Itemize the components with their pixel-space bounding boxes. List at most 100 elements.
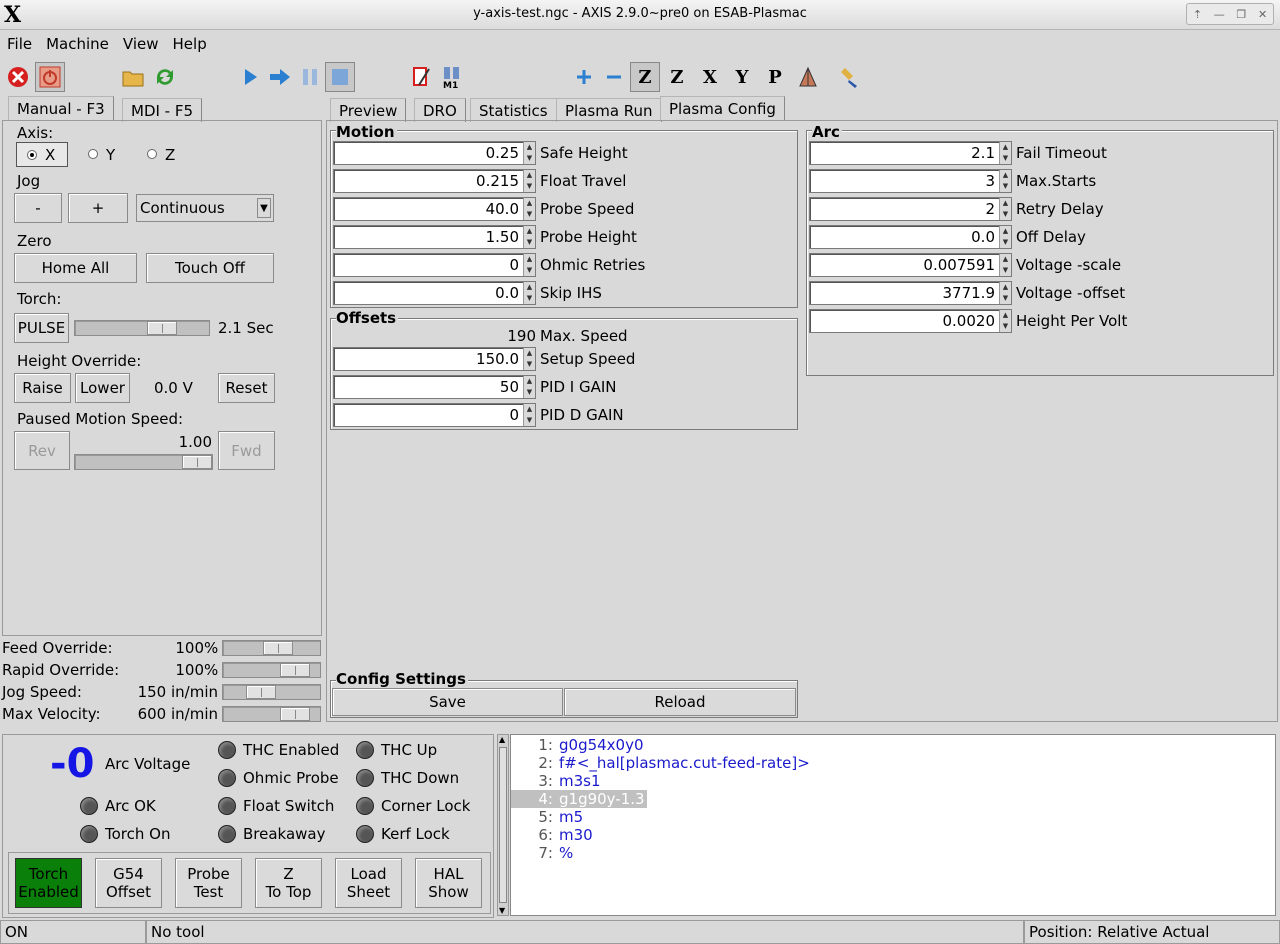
slider-thumb[interactable] bbox=[246, 685, 276, 699]
gcode-view[interactable]: 1: g0g54x0y0 2: f#<_hal[plasmac.cut-feed-ra… bbox=[510, 734, 1276, 916]
jog-plus-button[interactable]: + bbox=[68, 193, 128, 223]
pid-d-gain-value[interactable]: 0 bbox=[509, 406, 519, 424]
jog-mode-select[interactable]: Continuous ▼ bbox=[136, 194, 274, 222]
safe-height-spinbox[interactable]: 0.25 ▲ ▼ bbox=[333, 141, 536, 165]
spin-arrows-icon[interactable]: ▲ ▼ bbox=[999, 198, 1011, 220]
gcode-line[interactable]: 5: m5 bbox=[511, 808, 583, 826]
m1-icon[interactable]: M1 bbox=[437, 62, 467, 92]
spin-arrows-icon[interactable]: ▲ ▼ bbox=[523, 198, 535, 220]
setup-speed-value[interactable]: 150.0 bbox=[476, 350, 519, 368]
max-starts-value[interactable]: 3 bbox=[985, 172, 995, 190]
view-x-icon[interactable]: X bbox=[695, 62, 725, 92]
fwd-button[interactable]: Fwd bbox=[218, 431, 275, 470]
scroll-up-icon[interactable]: ▲ bbox=[499, 735, 505, 744]
menu-machine[interactable]: Machine bbox=[46, 35, 109, 53]
retry-delay-spinbox[interactable]: 2 ▲ ▼ bbox=[809, 197, 1012, 221]
jog-minus-button[interactable]: - bbox=[14, 193, 62, 223]
pid-d-gain-spinbox[interactable]: 0 ▲ ▼ bbox=[333, 403, 536, 427]
tab-manual[interactable]: Manual - F3 bbox=[8, 96, 114, 120]
pid-i-gain-spinbox[interactable]: 50 ▲ ▼ bbox=[333, 375, 536, 399]
tab-statistics[interactable]: Statistics bbox=[470, 98, 557, 122]
scrollbar-thumb[interactable] bbox=[499, 747, 507, 903]
skip-ihs-spinbox[interactable]: 0.0 ▲ ▼ bbox=[333, 281, 536, 305]
scroll-down-icon[interactable]: ▼ bbox=[499, 906, 505, 915]
voltage-offset-spinbox[interactable]: 3771.9 ▲ ▼ bbox=[809, 281, 1012, 305]
spin-arrows-icon[interactable]: ▲ ▼ bbox=[523, 348, 535, 370]
voltage-offset-value[interactable]: 3771.9 bbox=[943, 284, 996, 302]
save-button[interactable]: Save bbox=[332, 688, 563, 716]
slider-thumb[interactable] bbox=[182, 455, 212, 469]
spin-arrows-icon[interactable]: ▲ ▼ bbox=[523, 254, 535, 276]
pulse-time-slider[interactable] bbox=[74, 320, 210, 336]
off-delay-value[interactable]: 0.0 bbox=[971, 228, 995, 246]
clear-plot-icon[interactable] bbox=[835, 62, 865, 92]
max-starts-spinbox[interactable]: 3 ▲ ▼ bbox=[809, 169, 1012, 193]
paused-speed-slider[interactable] bbox=[74, 454, 213, 470]
spin-arrows-icon[interactable]: ▲ ▼ bbox=[523, 226, 535, 248]
maximize-icon[interactable]: ❐ bbox=[1236, 8, 1246, 21]
menu-view[interactable]: View bbox=[123, 35, 159, 53]
open-file-icon[interactable] bbox=[118, 62, 148, 92]
spin-arrows-icon[interactable]: ▲ ▼ bbox=[999, 310, 1011, 332]
gcode-line[interactable]: 2: f#<_hal[plasmac.cut-feed-rate]> bbox=[511, 754, 809, 772]
gcode-line[interactable]: 3: m3s1 bbox=[511, 772, 600, 790]
spin-arrows-icon[interactable]: ▲ ▼ bbox=[999, 142, 1011, 164]
gcode-line[interactable]: 6: m30 bbox=[511, 826, 592, 844]
load-sheet-button[interactable]: Load Sheet bbox=[335, 858, 402, 908]
probe-height-value[interactable]: 1.50 bbox=[486, 228, 519, 246]
feed-override-slider[interactable] bbox=[222, 640, 321, 656]
spin-arrows-icon[interactable]: ▲ ▼ bbox=[999, 226, 1011, 248]
power-icon[interactable] bbox=[35, 62, 65, 92]
spin-arrows-icon[interactable]: ▲ ▼ bbox=[999, 282, 1011, 304]
tab-mdi[interactable]: MDI - F5 bbox=[122, 98, 203, 122]
probe-height-spinbox[interactable]: 1.50 ▲ ▼ bbox=[333, 225, 536, 249]
spin-arrows-icon[interactable]: ▲ ▼ bbox=[523, 376, 535, 398]
probe-speed-spinbox[interactable]: 40.0 ▲ ▼ bbox=[333, 197, 536, 221]
z-to-top-button[interactable]: Z To Top bbox=[255, 858, 322, 908]
voltage-scale-spinbox[interactable]: 0.007591 ▲ ▼ bbox=[809, 253, 1012, 277]
fail-timeout-spinbox[interactable]: 2.1 ▲ ▼ bbox=[809, 141, 1012, 165]
pause-icon[interactable] bbox=[295, 62, 325, 92]
touch-off-button[interactable]: Touch Off bbox=[146, 253, 274, 283]
raise-button[interactable]: Raise bbox=[14, 373, 71, 403]
hal-show-button[interactable]: HAL Show bbox=[415, 858, 482, 908]
pid-i-gain-value[interactable]: 50 bbox=[500, 378, 519, 396]
retry-delay-value[interactable]: 2 bbox=[985, 200, 995, 218]
reset-override-button[interactable]: Reset bbox=[218, 373, 275, 403]
spin-arrows-icon[interactable]: ▲ ▼ bbox=[999, 170, 1011, 192]
safe-height-value[interactable]: 0.25 bbox=[486, 144, 519, 162]
slider-thumb[interactable] bbox=[280, 663, 310, 677]
reload-button[interactable]: Reload bbox=[564, 688, 796, 716]
menu-file[interactable]: File bbox=[7, 35, 32, 53]
probe-test-button[interactable]: Probe Test bbox=[175, 858, 242, 908]
menu-help[interactable]: Help bbox=[173, 35, 207, 53]
ohmic-retries-value[interactable]: 0 bbox=[509, 256, 519, 274]
shade-icon[interactable]: ⇡ bbox=[1193, 8, 1202, 21]
slider-thumb[interactable] bbox=[263, 641, 293, 655]
float-travel-value[interactable]: 0.215 bbox=[476, 172, 519, 190]
voltage-scale-value[interactable]: 0.007591 bbox=[923, 256, 995, 274]
jog-speed-slider[interactable] bbox=[222, 684, 321, 700]
minimize-icon[interactable]: — bbox=[1214, 8, 1225, 21]
setup-speed-spinbox[interactable]: 150.0 ▲ ▼ bbox=[333, 347, 536, 371]
off-delay-spinbox[interactable]: 0.0 ▲ ▼ bbox=[809, 225, 1012, 249]
spin-arrows-icon[interactable]: ▲ ▼ bbox=[999, 254, 1011, 276]
rapid-override-slider[interactable] bbox=[222, 662, 321, 678]
ohmic-retries-spinbox[interactable]: 0 ▲ ▼ bbox=[333, 253, 536, 277]
run-icon[interactable] bbox=[235, 62, 265, 92]
float-travel-spinbox[interactable]: 0.215 ▲ ▼ bbox=[333, 169, 536, 193]
view-z-icon[interactable]: Z bbox=[630, 62, 660, 92]
spin-arrows-icon[interactable]: ▲ ▼ bbox=[523, 142, 535, 164]
spin-arrows-icon[interactable]: ▲ ▼ bbox=[523, 282, 535, 304]
zoom-out-icon[interactable] bbox=[599, 62, 629, 92]
gcode-line[interactable]: 4: g1g90y-1.3 bbox=[511, 790, 647, 808]
zoom-in-icon[interactable] bbox=[569, 62, 599, 92]
tab-preview[interactable]: Preview bbox=[330, 98, 407, 122]
g54-offset-button[interactable]: G54 Offset bbox=[95, 858, 162, 908]
view-y-icon[interactable]: Y bbox=[727, 62, 757, 92]
fail-timeout-value[interactable]: 2.1 bbox=[971, 144, 995, 162]
pulse-button[interactable]: PULSE bbox=[14, 313, 69, 343]
view-p-icon[interactable]: P bbox=[760, 62, 790, 92]
skip-icon[interactable] bbox=[406, 62, 436, 92]
close-window-icon[interactable]: ✕ bbox=[1258, 8, 1267, 21]
